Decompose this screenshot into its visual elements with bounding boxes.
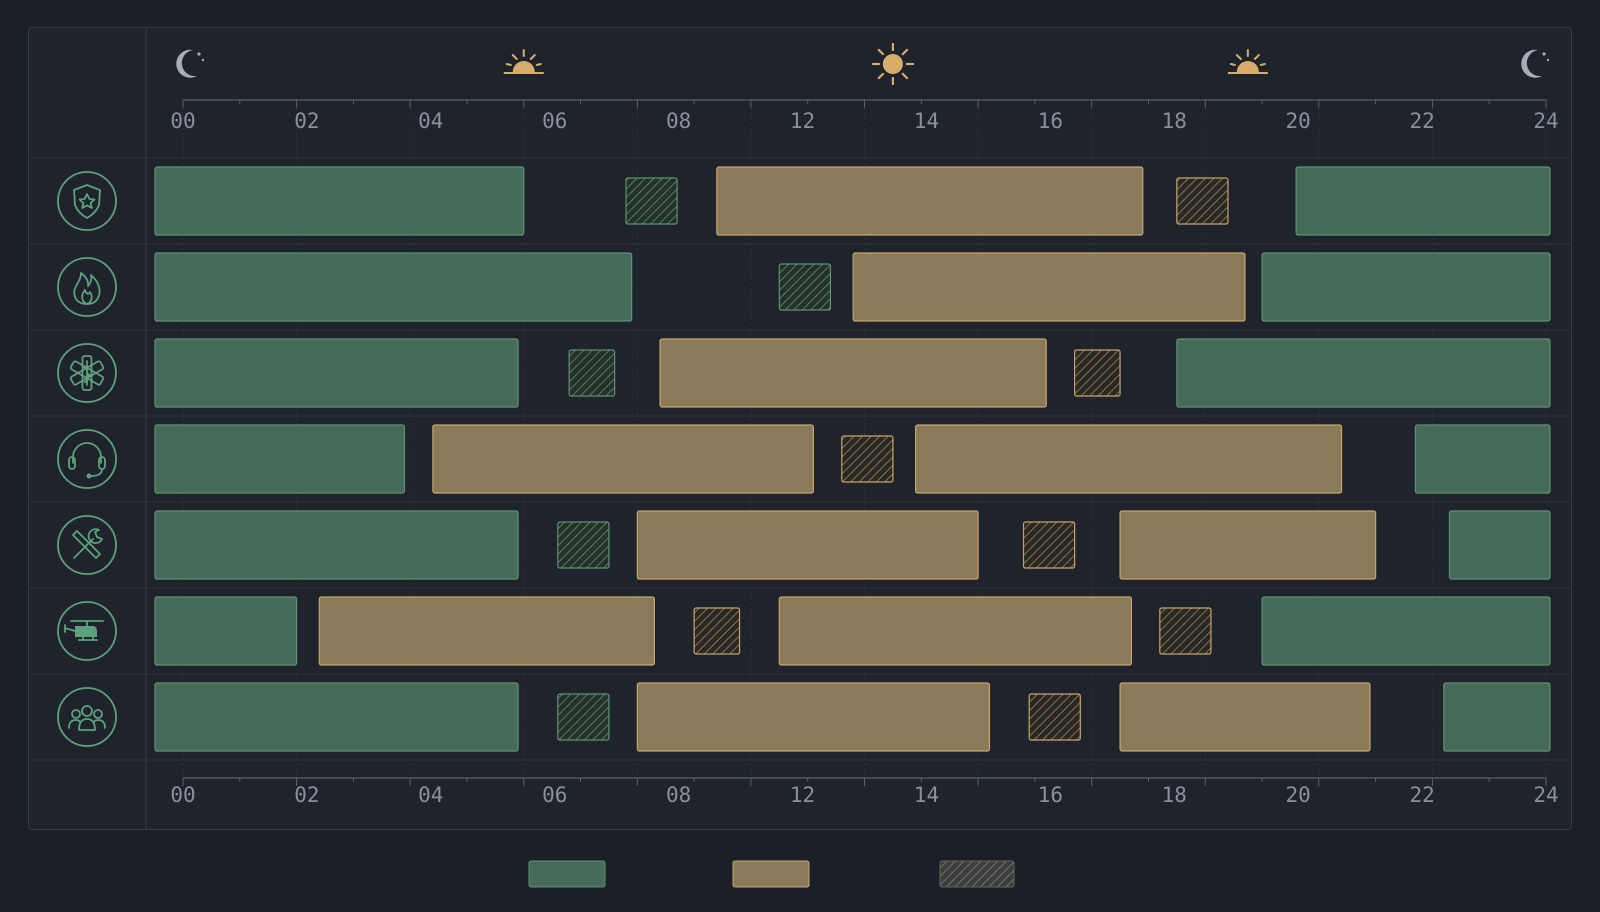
hatched-break-block: [693, 607, 741, 655]
green-shift-bar: [154, 682, 519, 752]
bottom-tick-label: 14: [914, 783, 939, 807]
top-tick-label: 06: [542, 109, 567, 133]
hatched-break-block: [841, 435, 894, 483]
top-tick-label: 12: [790, 109, 815, 133]
bottom-tick-label: 12: [790, 783, 815, 807]
top-tick-label: 02: [294, 109, 319, 133]
bottom-tick-label: 04: [418, 783, 443, 807]
hatched-break-block: [1028, 693, 1081, 741]
legend-swatch-tan: [732, 860, 810, 888]
bottom-tick-label: 22: [1409, 783, 1434, 807]
row-icons: [57, 171, 117, 747]
legend-swatch-green: [528, 860, 606, 888]
tan-shift-bar: [852, 252, 1246, 322]
police-badge-icon: [57, 171, 117, 231]
bottom-tick-label: 00: [170, 783, 195, 807]
sun-icon: [871, 42, 914, 86]
tan-shift-bar: [636, 510, 979, 580]
green-shift-bar: [1414, 424, 1551, 494]
top-tick-label: 22: [1409, 109, 1434, 133]
medical-star-of-life-icon: [57, 343, 117, 403]
green-shift-bar: [1261, 252, 1551, 322]
bottom-tick-label: 06: [542, 783, 567, 807]
hatched-break-block: [1022, 521, 1076, 569]
hatched-break-block: [778, 263, 832, 311]
hatched-break-block: [568, 349, 616, 397]
tools-icon: [57, 515, 117, 575]
tan-shift-bar: [318, 596, 655, 666]
tan-shift-bar: [778, 596, 1133, 666]
hatched-break-block: [557, 521, 610, 569]
green-shift-bar: [1295, 166, 1551, 236]
bottom-tick-label: 16: [1038, 783, 1063, 807]
top-tick-label: 20: [1286, 109, 1311, 133]
sunset-icon: [1227, 49, 1268, 74]
green-shift-bar: [1443, 682, 1551, 752]
top-tick-label: 18: [1162, 109, 1187, 133]
tan-shift-bar: [1119, 682, 1371, 752]
hatched-break-block: [625, 177, 678, 225]
hatched-break-block: [557, 693, 610, 741]
moon-icon: [1521, 49, 1550, 78]
top-tick-label: 14: [914, 109, 939, 133]
team-icon: [57, 687, 117, 747]
green-shift-bar: [154, 510, 519, 580]
headset-icon: [57, 429, 117, 489]
bottom-tick-label: 24: [1533, 783, 1558, 807]
tan-shift-bar: [636, 682, 991, 752]
legend-swatch-hatched: [939, 860, 1015, 888]
green-shift-bar: [154, 424, 406, 494]
green-shift-bar: [1448, 510, 1551, 580]
green-shift-bar: [1261, 596, 1551, 666]
top-tick-label: 04: [418, 109, 443, 133]
top-tick-label: 24: [1533, 109, 1558, 133]
bottom-tick-label: 18: [1162, 783, 1187, 807]
bottom-tick-label: 02: [294, 783, 319, 807]
legend: [528, 860, 1015, 888]
green-shift-bar: [1176, 338, 1551, 408]
tan-shift-bar: [716, 166, 1144, 236]
time-of-day-icons: [176, 42, 1550, 86]
bottom-tick-label: 20: [1286, 783, 1311, 807]
fire-icon: [57, 257, 117, 317]
bottom-tick-label: 08: [666, 783, 691, 807]
helicopter-icon: [57, 601, 117, 661]
top-tick-label: 16: [1038, 109, 1063, 133]
top-tick-label: 08: [666, 109, 691, 133]
shift-schedule-chart: 00 02 04 06 08 12 14 16 18 20 22 24 00 02 04 06 08 12 14 16…: [0, 0, 1600, 912]
green-shift-bar: [154, 166, 525, 236]
hatched-break-block: [1176, 177, 1229, 225]
tan-shift-bar: [915, 424, 1343, 494]
green-shift-bar: [154, 596, 298, 666]
hatched-break-block: [1159, 607, 1212, 655]
tan-shift-bar: [432, 424, 814, 494]
green-shift-bar: [154, 252, 633, 322]
moon-icon: [176, 49, 205, 78]
tan-shift-bar: [1119, 510, 1377, 580]
sunrise-icon: [503, 49, 544, 74]
tan-shift-bar: [659, 338, 1047, 408]
green-shift-bar: [154, 338, 519, 408]
gantt-chart-svg: 00 02 04 06 08 12 14 16 18 20 22 24 00 02 04 06 08 12 14 16…: [28, 27, 1572, 888]
shift-bars: [154, 166, 1551, 752]
top-tick-label: 00: [170, 109, 195, 133]
hatched-break-block: [1074, 349, 1121, 397]
